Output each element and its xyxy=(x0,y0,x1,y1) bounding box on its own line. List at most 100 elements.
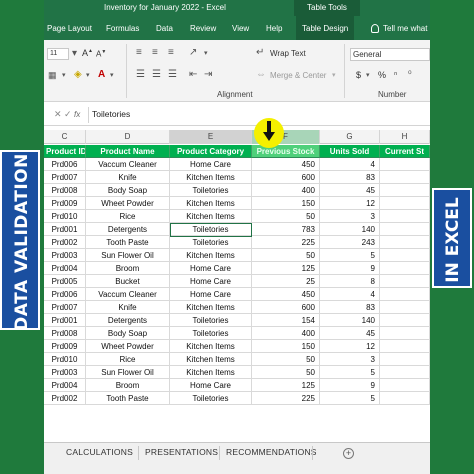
units-sold-cell[interactable]: 3 xyxy=(320,210,380,223)
current-stock-cell[interactable] xyxy=(380,366,430,379)
previous-stock-cell[interactable]: 125 xyxy=(252,262,320,275)
product-name-cell[interactable]: Rice xyxy=(86,353,170,366)
header-cell-product-category[interactable]: Product Category xyxy=(170,145,252,158)
product-category-cell[interactable]: Home Care xyxy=(170,379,252,392)
units-sold-cell[interactable]: 243 xyxy=(320,236,380,249)
product-category-cell[interactable]: Kitchen Items xyxy=(170,171,252,184)
wrap-text-icon[interactable]: ↵ xyxy=(256,48,264,58)
font-color-icon[interactable]: A xyxy=(98,69,105,80)
column-header-g[interactable]: G xyxy=(320,130,380,144)
fill-color-dropdown-icon[interactable]: ▾ xyxy=(86,71,90,81)
product-category-cell[interactable]: Toiletories xyxy=(170,327,252,340)
tab-review[interactable]: Review xyxy=(190,24,216,33)
previous-stock-cell[interactable]: 600 xyxy=(252,301,320,314)
merge-center-button[interactable]: Merge & Center xyxy=(270,71,326,80)
header-cell-product-id[interactable]: Product ID xyxy=(44,145,86,158)
product-name-cell[interactable]: Vaccum Cleaner xyxy=(86,158,170,171)
product-name-cell[interactable]: Body Soap xyxy=(86,327,170,340)
fill-color-icon[interactable]: ◈ xyxy=(74,70,82,80)
column-header-c[interactable]: C xyxy=(44,130,86,144)
increase-decimal-icon[interactable]: ⁰ xyxy=(408,69,412,79)
product-id-cell[interactable]: Prd006 xyxy=(44,288,86,301)
formula-bar-input[interactable]: Toiletories xyxy=(92,109,130,119)
align-top-icon[interactable]: ≡ xyxy=(136,48,142,58)
units-sold-cell[interactable]: 12 xyxy=(320,340,380,353)
percent-format-button[interactable]: % xyxy=(378,70,386,80)
product-name-cell[interactable]: Detergents xyxy=(86,223,170,236)
orientation-icon[interactable]: ↗ xyxy=(189,48,197,58)
current-stock-cell[interactable] xyxy=(380,184,430,197)
current-stock-cell[interactable] xyxy=(380,262,430,275)
product-category-cell[interactable]: Home Care xyxy=(170,158,252,171)
units-sold-cell[interactable]: 8 xyxy=(320,275,380,288)
product-category-cell[interactable]: Toiletories xyxy=(170,236,252,249)
current-stock-cell[interactable] xyxy=(380,197,430,210)
previous-stock-cell[interactable]: 400 xyxy=(252,184,320,197)
shrink-font-icon[interactable]: A▼ xyxy=(96,49,106,59)
previous-stock-cell[interactable]: 225 xyxy=(252,236,320,249)
product-name-cell[interactable]: Rice xyxy=(86,210,170,223)
units-sold-cell[interactable]: 45 xyxy=(320,184,380,197)
tab-help[interactable]: Help xyxy=(266,24,282,33)
product-id-cell[interactable]: Prd007 xyxy=(44,171,86,184)
sheet-tab-presentations[interactable]: PRESENTATIONS xyxy=(145,447,218,457)
units-sold-cell[interactable]: 83 xyxy=(320,171,380,184)
align-bottom-icon[interactable]: ≡ xyxy=(168,48,174,58)
units-sold-cell[interactable]: 5 xyxy=(320,392,380,405)
previous-stock-cell[interactable]: 783 xyxy=(252,223,320,236)
product-name-cell[interactable]: Broom xyxy=(86,262,170,275)
confirm-entry-icon[interactable]: ✓ xyxy=(64,109,72,120)
product-category-cell[interactable]: Kitchen Items xyxy=(170,366,252,379)
previous-stock-cell[interactable]: 225 xyxy=(252,392,320,405)
current-stock-cell[interactable] xyxy=(380,210,430,223)
header-cell-previous-stock[interactable]: Previous Stock xyxy=(252,145,320,158)
current-stock-cell[interactable] xyxy=(380,288,430,301)
align-center-icon[interactable]: ☰ xyxy=(152,70,161,80)
product-name-cell[interactable]: Sun Flower Oil xyxy=(86,249,170,262)
units-sold-cell[interactable]: 12 xyxy=(320,197,380,210)
product-category-cell[interactable]: Home Care xyxy=(170,275,252,288)
product-name-cell[interactable]: Knife xyxy=(86,171,170,184)
current-stock-cell[interactable] xyxy=(380,171,430,184)
current-stock-cell[interactable] xyxy=(380,275,430,288)
font-size-dropdown-icon[interactable]: ▾ xyxy=(72,49,77,59)
previous-stock-cell[interactable]: 50 xyxy=(252,353,320,366)
font-color-dropdown-icon[interactable]: ▾ xyxy=(110,71,114,81)
insert-function-icon[interactable]: fx xyxy=(74,110,80,119)
product-id-cell[interactable]: Prd010 xyxy=(44,210,86,223)
product-category-cell[interactable]: Toiletories xyxy=(170,314,252,327)
current-stock-cell[interactable] xyxy=(380,353,430,366)
current-stock-cell[interactable] xyxy=(380,223,430,236)
product-name-cell[interactable]: Bucket xyxy=(86,275,170,288)
sheet-tab-calculations[interactable]: CALCULATIONS xyxy=(66,447,133,457)
product-name-cell[interactable]: Tooth Paste xyxy=(86,392,170,405)
product-name-cell[interactable]: Wheet Powder xyxy=(86,197,170,210)
current-stock-cell[interactable] xyxy=(380,236,430,249)
previous-stock-cell[interactable]: 50 xyxy=(252,210,320,223)
column-header-h[interactable]: H xyxy=(380,130,430,144)
previous-stock-cell[interactable]: 50 xyxy=(252,366,320,379)
previous-stock-cell[interactable]: 450 xyxy=(252,158,320,171)
cancel-entry-icon[interactable]: ✕ xyxy=(54,109,62,120)
product-category-cell[interactable]: Toiletories xyxy=(170,223,252,236)
current-stock-cell[interactable] xyxy=(380,379,430,392)
currency-dropdown-icon[interactable]: ▾ xyxy=(366,71,370,81)
product-id-cell[interactable]: Prd003 xyxy=(44,249,86,262)
merge-dropdown-icon[interactable]: ▾ xyxy=(332,71,336,81)
product-id-cell[interactable]: Prd004 xyxy=(44,262,86,275)
product-id-cell[interactable]: Prd009 xyxy=(44,197,86,210)
current-stock-cell[interactable] xyxy=(380,301,430,314)
current-stock-cell[interactable] xyxy=(380,314,430,327)
units-sold-cell[interactable]: 140 xyxy=(320,223,380,236)
tab-page-layout[interactable]: Page Layout xyxy=(47,24,92,33)
product-name-cell[interactable]: Detergents xyxy=(86,314,170,327)
previous-stock-cell[interactable]: 150 xyxy=(252,197,320,210)
product-name-cell[interactable]: Sun Flower Oil xyxy=(86,366,170,379)
grow-font-icon[interactable]: A▲ xyxy=(82,48,93,58)
product-id-cell[interactable]: Prd009 xyxy=(44,340,86,353)
product-category-cell[interactable]: Home Care xyxy=(170,262,252,275)
product-id-cell[interactable]: Prd010 xyxy=(44,353,86,366)
align-left-icon[interactable]: ☰ xyxy=(136,70,145,80)
product-name-cell[interactable]: Tooth Paste xyxy=(86,236,170,249)
tab-view[interactable]: View xyxy=(232,24,249,33)
